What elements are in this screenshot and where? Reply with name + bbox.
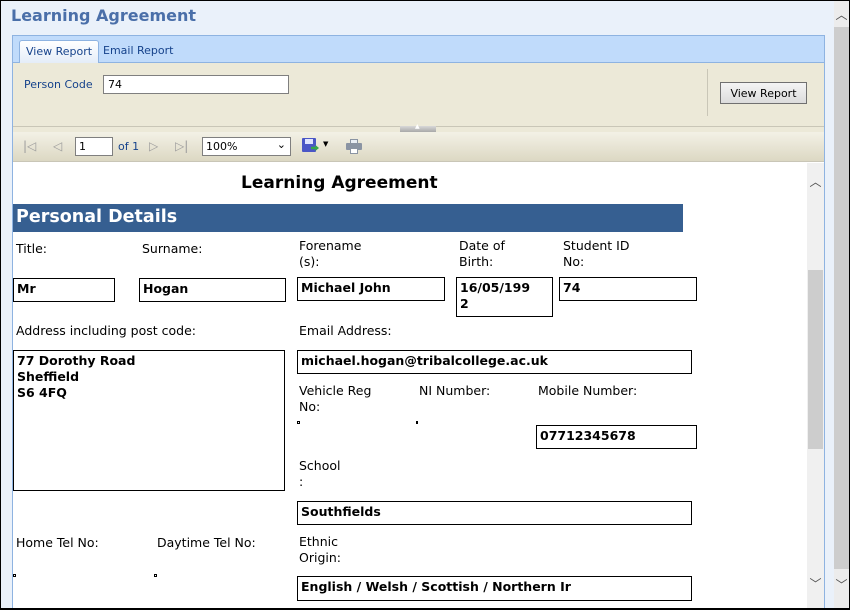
mobile-label: Mobile Number: [538, 383, 638, 398]
page-scroll-down-icon[interactable]: ﹀ [834, 575, 849, 595]
report-toolbar: |◁ ◁ of 1 ▷ ▷| 100% ⌄ ▼ [13, 132, 824, 162]
zoom-value: 100% [206, 140, 238, 153]
app-window: Learning Agreement ︿ ﹀ View Report Email… [1, 1, 849, 608]
vehicle-reg-value [297, 421, 300, 424]
report-scroll-thumb[interactable] [808, 270, 823, 449]
first-page-icon[interactable]: |◁ [23, 138, 36, 154]
home-tel-label: Home Tel No: [16, 535, 99, 550]
address-value: 77 Dorothy Road Sheffield S6 4FQ [13, 350, 285, 491]
view-report-button[interactable]: View Report [720, 82, 807, 104]
section-header: Personal Details [13, 204, 683, 232]
daytime-tel-value [154, 574, 157, 577]
report-scrollbar[interactable]: ︿ ﹀ [807, 163, 824, 608]
ni-number-value [416, 421, 418, 424]
previous-page-icon[interactable]: ◁ [53, 138, 62, 154]
current-page-input[interactable] [75, 137, 113, 156]
collapse-arrow-icon: ▲ [415, 123, 420, 130]
zoom-select[interactable]: 100% ⌄ [202, 137, 291, 156]
student-id-value: 74 [559, 277, 697, 301]
report-title: Learning Agreement [241, 173, 438, 193]
title-value: Mr [13, 278, 115, 302]
report-scroll-up-icon[interactable]: ︿ [807, 173, 824, 190]
school-value: Southfields [297, 501, 692, 525]
tab-view-report[interactable]: View Report [19, 40, 100, 64]
page-scroll-up-icon[interactable]: ︿ [834, 5, 849, 25]
page-scroll-thumb[interactable] [834, 27, 849, 569]
ethnic-origin-value: English / Welsh / Scottish / Northern Ir [297, 576, 692, 601]
school-label: School : [299, 458, 341, 489]
ni-number-label: NI Number: [419, 383, 491, 398]
mobile-value: 07712345678 [536, 425, 697, 449]
report-viewer: Learning Agreement Personal Details Titl… [13, 163, 824, 608]
report-scroll-down-icon[interactable]: ﹀ [807, 575, 824, 592]
section-title: Personal Details [16, 207, 178, 227]
email-label: Email Address: [299, 323, 392, 338]
chevron-down-icon: ⌄ [276, 138, 286, 151]
next-page-icon[interactable]: ▷ [149, 138, 158, 154]
dob-label: Date of Birth: [459, 238, 505, 269]
parameters-divider [707, 69, 708, 116]
address-label: Address including post code: [16, 323, 196, 338]
app-title: Learning Agreement [11, 6, 197, 25]
surname-value: Hogan [139, 278, 286, 302]
vehicle-reg-label: Vehicle Reg No: [299, 383, 372, 414]
title-label: Title: [16, 241, 47, 256]
person-code-label: Person Code [24, 78, 93, 91]
dob-value: 16/05/199 2 [456, 277, 553, 317]
home-tel-value [13, 574, 16, 577]
tab-strip: View Report Email Report [13, 36, 824, 64]
print-icon[interactable] [346, 139, 362, 154]
page-count-label: of 1 [118, 140, 140, 153]
forename-label: Forename (s): [299, 238, 362, 269]
student-id-label: Student ID No: [563, 238, 630, 269]
last-page-icon[interactable]: ▷| [175, 138, 188, 154]
save-export-icon[interactable] [302, 138, 316, 152]
page-scrollbar[interactable]: ︿ ﹀ [834, 1, 849, 608]
parameters-area: Person Code View Report [13, 63, 824, 126]
ethnic-origin-label: Ethnic Origin: [299, 534, 341, 565]
email-value: michael.hogan@tribalcollege.ac.uk [297, 350, 692, 374]
export-dropdown-icon[interactable]: ▼ [323, 140, 328, 148]
tab-email-report[interactable]: Email Report [97, 40, 179, 63]
daytime-tel-label: Daytime Tel No: [157, 535, 256, 550]
person-code-input[interactable] [103, 75, 289, 94]
surname-label: Surname: [142, 241, 203, 256]
report-tabs-panel: View Report Email Report Person Code Vie… [12, 35, 825, 608]
forename-value: Michael John [297, 277, 445, 301]
